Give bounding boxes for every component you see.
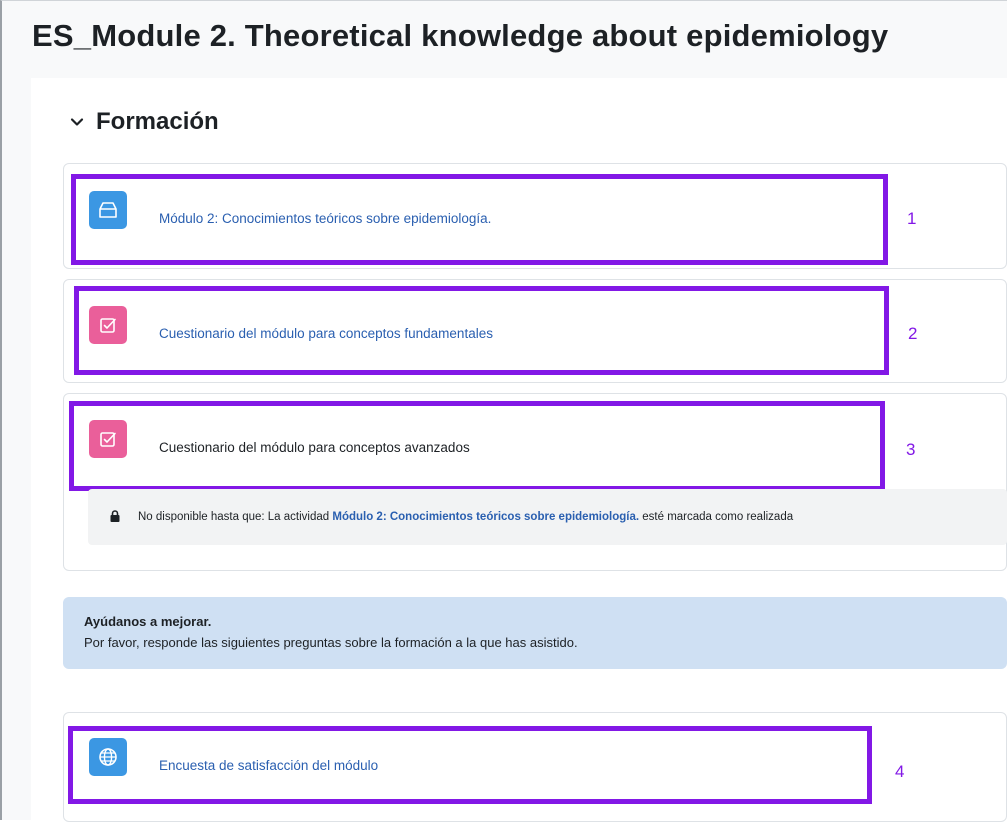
lock-icon — [110, 510, 120, 522]
highlight-box-2 — [74, 286, 889, 375]
restriction-suffix: esté marcada como realizada — [639, 511, 794, 523]
page-title: ES_Module 2. Theoretical knowledge about… — [32, 18, 889, 53]
section-header[interactable]: Formación — [70, 108, 219, 136]
notice-text: Por favor, responde las siguientes pregu… — [84, 635, 578, 650]
chevron-down-icon[interactable] — [70, 115, 84, 129]
marker-number-1: 1 — [907, 209, 917, 228]
restriction-prefix: No disponible hasta que: La actividad — [138, 511, 333, 523]
notice-heading: Ayúdanos a mejorar. — [84, 614, 212, 629]
marker-number-4: 4 — [895, 762, 905, 781]
marker-number-3: 3 — [906, 440, 916, 459]
highlight-box-3 — [69, 401, 885, 491]
availability-restriction: No disponible hasta que: La actividad Mó… — [88, 489, 1007, 545]
section-title: Formación — [96, 108, 219, 135]
restriction-text: No disponible hasta que: La actividad Mó… — [138, 511, 793, 523]
marker-number-2: 2 — [908, 324, 918, 343]
highlight-box-1 — [71, 174, 888, 265]
feedback-notice: Ayúdanos a mejorar. Por favor, responde … — [63, 597, 1007, 669]
restriction-activity-link[interactable]: Módulo 2: Conocimientos teóricos sobre e… — [332, 511, 639, 523]
highlight-box-4 — [68, 726, 872, 804]
